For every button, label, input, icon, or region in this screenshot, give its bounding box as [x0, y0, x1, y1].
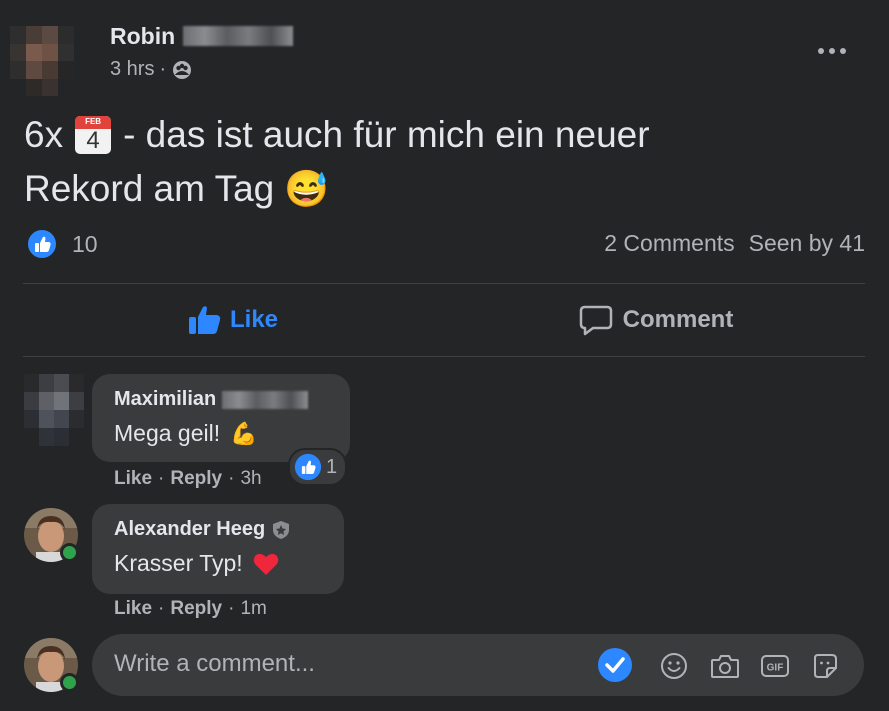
separator: · [228, 598, 235, 619]
comment-reply-link[interactable]: Reply [170, 468, 222, 490]
more-icon [818, 48, 846, 54]
author-surname-blurred [183, 26, 294, 46]
separator: · [228, 468, 235, 489]
comment-author[interactable]: Alexander Heeg [114, 518, 265, 541]
seen-by-link[interactable]: Seen by 41 [749, 230, 865, 257]
like-thumb-icon [188, 306, 221, 334]
comment-text: Mega geil! 💪 [114, 420, 258, 447]
like-reaction-icon [26, 228, 58, 260]
online-status-icon [60, 673, 79, 692]
post-text-line2-text: Rekord am Tag [24, 168, 275, 209]
gif-button[interactable]: GIF [758, 650, 792, 682]
comment-bubble: Alexander Heeg Krasser Typ! [92, 504, 344, 594]
post-text-suffix: - das ist auch für mich ein neuer [123, 114, 650, 155]
calendar-month: FEB [85, 117, 102, 126]
like-button-label: Like [229, 306, 279, 333]
comment-reaction-pill[interactable]: 1 [288, 448, 348, 486]
sticker-icon [814, 654, 837, 678]
camera-button[interactable] [708, 650, 742, 682]
comment-author-row: Alexander Heeg [114, 518, 291, 541]
post-text: 6x FEB 4 - das ist auch für mich ein neu… [24, 108, 864, 216]
comment-author-surname-blurred [222, 390, 309, 409]
comment-button[interactable]: Comment [446, 290, 866, 350]
comment-like-link[interactable]: Like [114, 468, 152, 490]
post-text-line1: 6x FEB 4 - das ist auch für mich ein neu… [24, 108, 864, 162]
online-status-icon [60, 543, 79, 562]
divider-top [23, 283, 865, 284]
post-time[interactable]: 3 hrs [110, 58, 154, 81]
author-avatar[interactable] [10, 26, 74, 98]
comment-reply-link[interactable]: Reply [170, 598, 222, 620]
reaction-count: 10 [72, 230, 98, 257]
comment-avatar[interactable] [24, 508, 79, 562]
like-reaction-icon [294, 453, 322, 481]
comment-time[interactable]: 3h [240, 468, 261, 490]
comment-composer[interactable]: Write a comment... GIF [92, 634, 864, 696]
flexed-biceps-emoji-icon: 💪 [230, 420, 258, 446]
sweat-smile-emoji-icon: 😅 [284, 168, 330, 209]
post-text-line2: Rekord am Tag 😅 [24, 162, 864, 216]
comment-like-link[interactable]: Like [114, 598, 152, 620]
divider-bottom [23, 356, 865, 357]
author-name[interactable]: Robin [110, 23, 175, 50]
emoji-button[interactable] [658, 650, 690, 682]
verified-check-icon [598, 648, 632, 682]
sticker-button[interactable] [808, 650, 842, 682]
comments-count-link[interactable]: 2 Comments [604, 230, 734, 257]
comment-button-label: Comment [622, 306, 734, 333]
comment-author[interactable]: Maximilian [114, 388, 216, 411]
post-text-prefix: 6x [24, 114, 64, 155]
separator: · [158, 468, 165, 489]
comment-icon [579, 305, 612, 336]
comment-actions: Like · Reply · 1m [114, 598, 267, 620]
more-options-button[interactable] [812, 36, 852, 66]
post-meta: 3 hrs · [110, 58, 193, 81]
comment-time[interactable]: 1m [240, 598, 266, 620]
svg-text:GIF: GIF [767, 663, 784, 674]
verified-check-button[interactable] [597, 647, 633, 683]
comment-input[interactable]: Write a comment... [114, 650, 315, 678]
comment-author-row: Maximilian [114, 388, 309, 411]
calendar-day: 4 [86, 127, 100, 154]
reactions-summary[interactable]: 10 [26, 228, 98, 260]
composer-avatar[interactable] [24, 638, 79, 692]
post-stats: 2 Comments Seen by 41 [604, 230, 865, 257]
comment-avatar[interactable] [24, 374, 84, 446]
comment-text-body: Mega geil! [114, 420, 221, 446]
like-button[interactable]: Like [23, 290, 443, 350]
shield-badge-icon [273, 520, 290, 539]
calendar-emoji-icon: FEB 4 [73, 114, 113, 156]
author-name-row: Robin [110, 22, 294, 50]
comment-text-body: Krasser Typ! [114, 550, 243, 576]
meta-separator: · [159, 58, 167, 80]
heart-emoji-icon [253, 552, 279, 576]
gif-icon: GIF [761, 655, 789, 677]
emoji-icon [661, 653, 687, 679]
comment-reaction-count: 1 [326, 455, 338, 478]
separator: · [158, 598, 165, 619]
comment-actions: Like · Reply · 3h [114, 468, 262, 490]
friends-privacy-icon[interactable] [171, 59, 193, 81]
comment-text: Krasser Typ! [114, 550, 279, 577]
camera-icon [711, 655, 739, 678]
